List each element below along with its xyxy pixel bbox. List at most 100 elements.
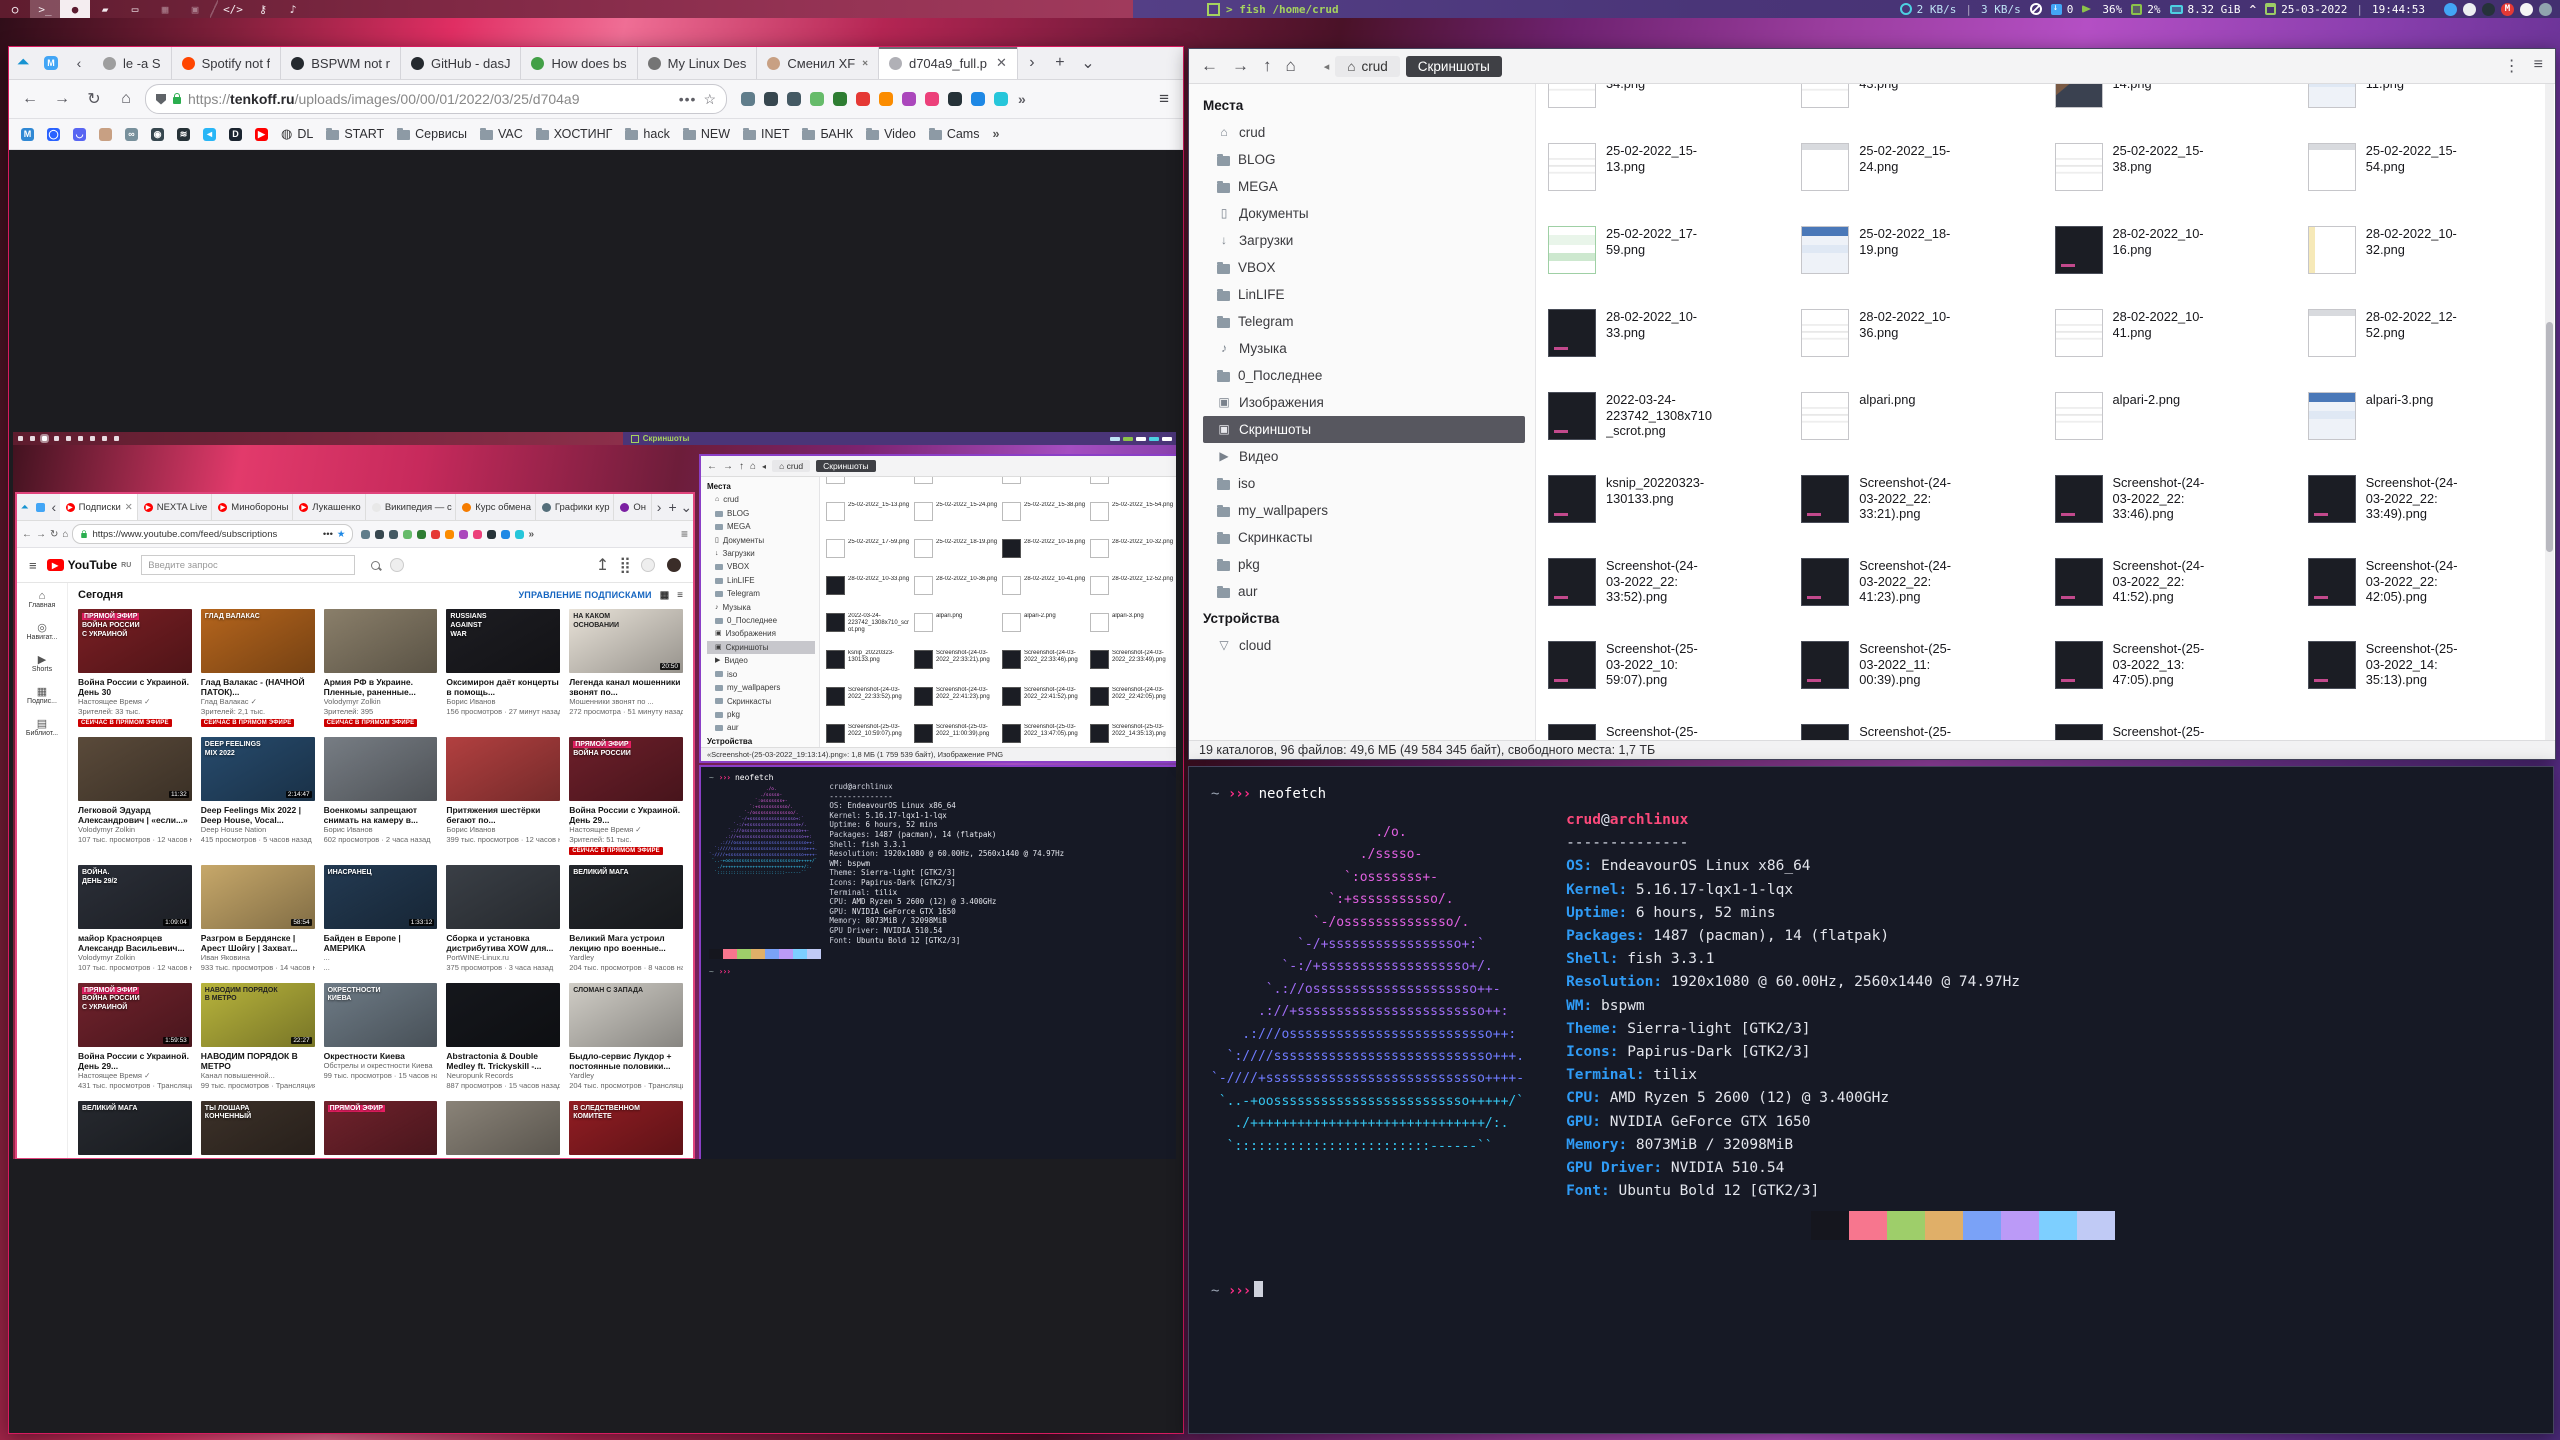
sidebar-item-iso[interactable]: iso	[1203, 470, 1535, 497]
network-tray-icon[interactable]	[2539, 3, 2552, 16]
dnd-toggle[interactable]	[2030, 3, 2042, 15]
file-entry[interactable]: 25-02-2022_15-24.png	[1795, 135, 2048, 218]
sidebar-item-aur[interactable]: aur	[1203, 578, 1535, 605]
volume[interactable]: 36%	[2082, 3, 2122, 16]
sidebar-item-LinLIFE[interactable]: LinLIFE	[1203, 281, 1535, 308]
sidebar-item-Telegram[interactable]: Telegram	[707, 587, 819, 600]
infinity-bookmark-icon[interactable]: ∞	[125, 128, 138, 141]
yt-video-card[interactable]: RUSSIANS AGAINST WARОксимирон даёт конце…	[446, 609, 560, 727]
bookmark-item[interactable]: INET	[743, 127, 789, 141]
bookmark-item[interactable]: VAC	[480, 127, 523, 141]
yt-video-card[interactable]: ВЕЛИКИЙ МАГАВеликий Мага устроил лекцию …	[569, 865, 683, 973]
file-entry[interactable]: Screenshot-​(24-03-2022_22:​33:49).png	[2302, 467, 2555, 550]
mega-tray-icon[interactable]: M	[2501, 3, 2514, 16]
extension-icon-2[interactable]	[787, 92, 801, 106]
sidebar-item-Видео[interactable]: ▶Видео	[707, 654, 819, 667]
sidebar-item-Изображения[interactable]: ▣Изображения	[707, 627, 819, 640]
date[interactable]: 25-03-2022	[2265, 3, 2347, 16]
yt-sidebar-item[interactable]: ◎Навигат...	[27, 623, 58, 641]
browser-tab[interactable]: Сменил XF🞬	[757, 47, 879, 79]
workspace-grid-icon[interactable]: ▦	[150, 0, 180, 18]
file-entry[interactable]: Screenshot-​(25-03-2022_19:​13:14).png	[2049, 716, 2302, 740]
extension-icon-1[interactable]	[764, 92, 778, 106]
sidebar-item-Загрузки[interactable]: ↓Загрузки	[707, 547, 819, 560]
yt-sidebar-item[interactable]: ▦Подпис...	[27, 687, 57, 705]
extension-icon-8[interactable]	[925, 92, 939, 106]
browser-tab[interactable]: How does bs	[521, 47, 637, 79]
workspace-folder-icon[interactable]: ▰	[90, 0, 120, 18]
terminal-window[interactable]: ~ ››› neofetch ./o. ./sssso- `:osssssss+…	[1188, 766, 2554, 1434]
file-entry[interactable]: Screenshot-​(24-03-2022_22:​42:05).png	[2302, 550, 2555, 633]
workspace-key-icon[interactable]: ⚷	[248, 0, 278, 18]
fm-scrollbar[interactable]	[2545, 84, 2554, 740]
sidebar-item-Изображения[interactable]: ▣Изображения	[1203, 389, 1535, 416]
yt-video-card[interactable]: ПРЯМОЙ ЭФИР ВОЙНА РОССИИ С УКРАИНОЙ1:59:…	[78, 983, 192, 1091]
fm-crumb-current[interactable]: Скриншоты	[1406, 56, 1502, 77]
file-entry[interactable]: alpari.png	[1795, 384, 2048, 467]
file-entry[interactable]: 25-02-2022_15-11.png	[2302, 84, 2555, 135]
clock[interactable]: 19:44:53	[2372, 3, 2425, 16]
browser-tab[interactable]: Spotify not f	[172, 47, 282, 79]
telegram-tray-icon[interactable]	[2444, 3, 2457, 16]
fm-back-button[interactable]: ←	[1201, 56, 1218, 76]
yt-video-card[interactable]: ОКРЕСТНОСТИ КИЕВАОкрестности КиеваОбстре…	[324, 983, 438, 1091]
browser-tab[interactable]: GitHub - dasJ	[401, 47, 521, 79]
file-entry[interactable]: Screenshot-​(25-03-2022_14:​35:13).png	[2302, 633, 2555, 716]
extension-icon-11[interactable]	[994, 92, 1008, 106]
ring-bookmark-icon[interactable]: ◯	[47, 128, 60, 141]
yt-video-card[interactable]: 11:32Легковой Эдуард Александрович | «ес…	[78, 737, 192, 855]
sidebar-item-Скринкасты[interactable]: Скринкасты	[707, 695, 819, 708]
file-entry[interactable]: Screenshot-​(25-03-2022_10:​59:07).png	[1542, 633, 1795, 716]
file-entry[interactable]: 25-02-2022_15-54.png	[2302, 135, 2555, 218]
file-entry[interactable]: Screenshot-​(25-03-2022_11:​00:39).png	[1795, 633, 2048, 716]
sidebar-item-crud[interactable]: ⌂crud	[707, 493, 819, 506]
nested-crumb-current[interactable]: Скриншоты	[816, 460, 875, 472]
bookmark-item[interactable]: БАНК	[802, 127, 853, 141]
reload-button[interactable]: ↻	[81, 86, 107, 112]
workspace-image-icon[interactable]: ▣	[180, 0, 210, 18]
youtube-bookmark-icon[interactable]: ▶	[255, 128, 268, 141]
sidebar-item-Загрузки[interactable]: ↓Загрузки	[1203, 227, 1535, 254]
sidebar-item-crud[interactable]: ⌂crud	[1203, 119, 1535, 146]
yt-sidebar-item[interactable]: ▤Библиот...	[26, 719, 58, 737]
file-entry[interactable]: 28-02-2022_10-33.png	[1542, 301, 1795, 384]
file-entry[interactable]: Screenshot-​(24-03-2022_22:​33:21).png	[1795, 467, 2048, 550]
yt-video-card[interactable]: НАВОДИМ ПОРЯДОК В МЕТРО22:27НАВОДИМ ПОРЯ…	[201, 983, 315, 1091]
bookmark-item[interactable]: Cams	[929, 127, 980, 141]
yt-search-input[interactable]: Введите запрос	[141, 555, 355, 575]
toolbar-overflow-icon[interactable]: »	[1018, 91, 1026, 107]
yt-notifications-icon[interactable]	[641, 558, 655, 572]
discord-bookmark-icon[interactable]: ◡	[73, 128, 86, 141]
sidebar-item-aur[interactable]: aur	[707, 721, 819, 734]
sidebar-item-MEGA[interactable]: MEGA	[707, 520, 819, 533]
mastodon-bookmark-icon[interactable]: M	[21, 128, 34, 141]
workspace-firefox-icon[interactable]: ●	[60, 0, 90, 18]
yt-video-card[interactable]: ВЕЛИКИЙ МАГА	[78, 1101, 192, 1155]
sidebar-item-Скриншоты[interactable]: ▣Скриншоты	[707, 641, 815, 654]
fm-up-button[interactable]: ↑	[1263, 56, 1272, 76]
network-up[interactable]: 3 KB/s	[1981, 3, 2021, 16]
url-bar[interactable]: https://tenkoff.ru/uploads/images/00/00/…	[145, 84, 727, 114]
workspace-code-icon[interactable]: </>	[218, 0, 248, 18]
file-entry[interactable]: alpari-3.png	[2302, 384, 2555, 467]
pin-tray-icon[interactable]	[2520, 3, 2533, 16]
fm-edit-icon[interactable]: ⋮	[2504, 56, 2520, 76]
bookmark-item[interactable]: Video	[866, 127, 916, 141]
nested-crumb-home[interactable]: ⌂ crud	[772, 460, 810, 472]
arch-logo-tab[interactable]: ⏶	[9, 47, 37, 79]
viewed-screenshot-image[interactable]: Скриншоты ⏶‹▶Подписки✕▶NEXTA Live▶Минобо…	[13, 432, 1176, 1159]
file-entry[interactable]: Screenshot-​(24-03-2022_22:​41:52).png	[2049, 550, 2302, 633]
file-entry[interactable]: 2022-03-24-223742_1308x710_scrot.png	[1542, 384, 1795, 467]
eye-bookmark-icon[interactable]: ◉	[151, 128, 164, 141]
yt-video-card[interactable]: Военкомы запрещают снимать на камеру в..…	[324, 737, 438, 855]
yt-video-card[interactable]: ИНАСРАНЕЦ1:33:12Байден в Европе | АМЕРИК…	[324, 865, 438, 973]
yt-search-icon[interactable]	[371, 561, 380, 570]
file-entry[interactable]: Screenshot-​(25-03-2022_14:​48:24).png	[1542, 716, 1795, 740]
yt-manage-subscriptions-button[interactable]: УПРАВЛЕНИЕ ПОДПИСКАМИ	[519, 590, 652, 600]
sidebar-item-Telegram[interactable]: Telegram	[1203, 308, 1535, 335]
file-entry[interactable]: 24-03-2022_20-43.png	[1795, 84, 2048, 135]
file-entry[interactable]: 28-02-2022_12-52.png	[2302, 301, 2555, 384]
extension-icon-10[interactable]	[971, 92, 985, 106]
extension-icon-3[interactable]	[810, 92, 824, 106]
file-entry[interactable]: 25-02-2022_17-59.png	[1542, 218, 1795, 301]
